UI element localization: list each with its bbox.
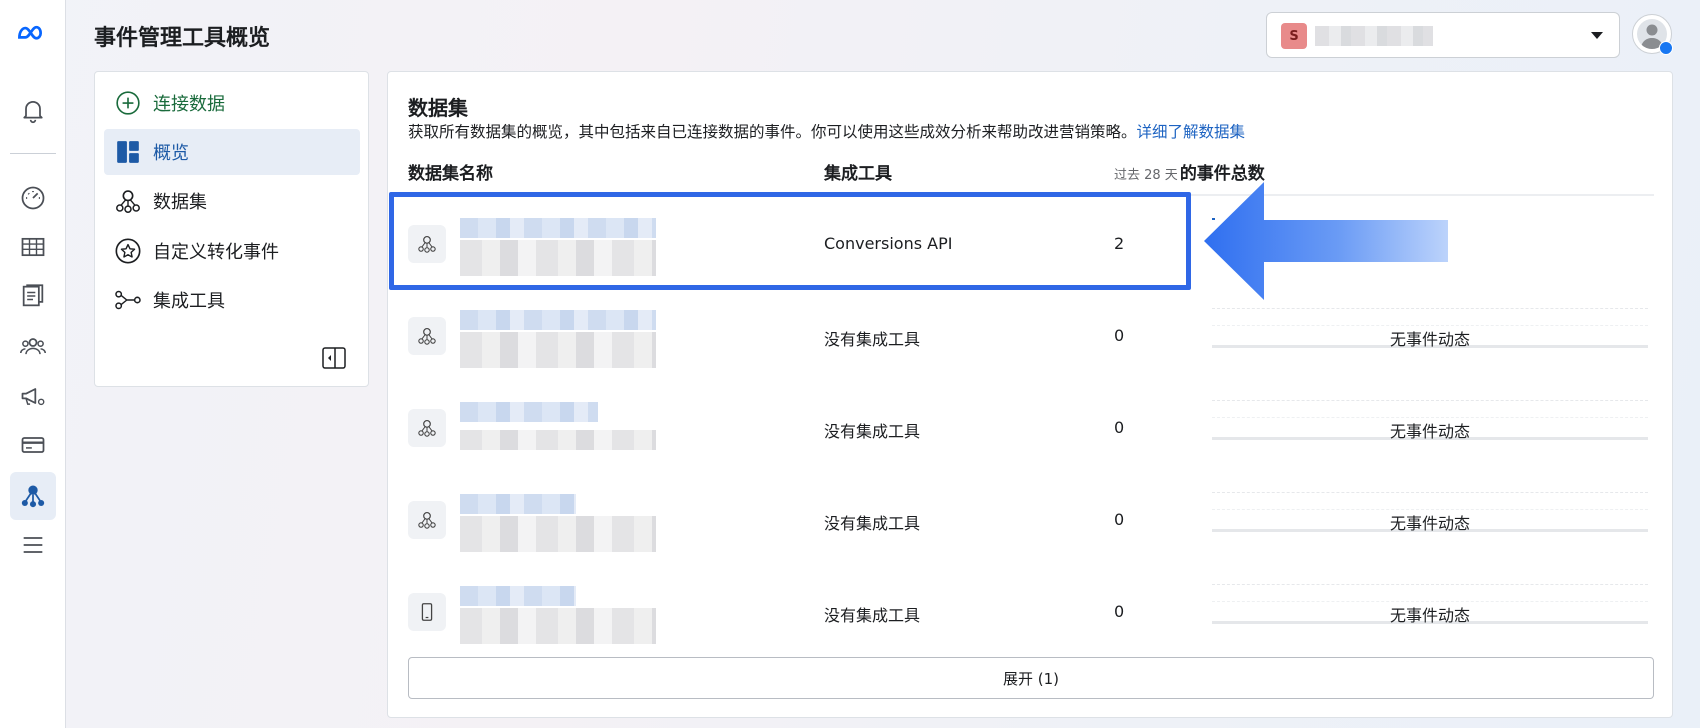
events-period: 过去 28 天 <box>1114 168 1178 183</box>
events-manager-icon[interactable] <box>10 472 56 520</box>
star-badge-icon <box>113 236 143 266</box>
page-title: 事件管理工具概览 <box>94 26 271 51</box>
dataset-name-redacted <box>460 494 576 514</box>
notifications-bell-icon[interactable] <box>13 90 53 130</box>
integration-value: 没有集成工具 <box>824 330 921 349</box>
event-count: 0 <box>1114 326 1125 345</box>
facebook-badge-icon <box>1659 41 1673 55</box>
account-badge: S <box>1281 23 1307 49</box>
menu-item-label: 概览 <box>153 143 189 164</box>
ads-megaphone-icon[interactable] <box>13 376 53 416</box>
description-text: 获取所有数据集的概览，其中包括来自已连接数据的事件。你可以使用这些成效分析来帮助… <box>408 123 1137 141</box>
dataset-name-redacted <box>460 586 576 606</box>
mobile-app-icon <box>408 593 446 631</box>
highlight-annotation-box <box>389 192 1191 290</box>
menu-item-label: 数据集 <box>153 192 207 213</box>
table-row[interactable]: 没有集成工具 0 无事件动态 <box>408 474 1654 566</box>
billing-card-icon[interactable] <box>13 425 53 465</box>
event-count: 0 <box>1114 510 1125 529</box>
activity-label: 无事件动态 <box>1389 514 1470 533</box>
menu-item-label: 自定义转化事件 <box>153 242 279 263</box>
dataset-name-redacted <box>460 402 598 422</box>
activity-label: 无事件动态 <box>1389 422 1470 441</box>
menu-item-overview[interactable]: 概览 <box>104 129 360 175</box>
dataset-id-redacted <box>460 516 656 552</box>
section-title: 数据集 <box>408 96 468 120</box>
integration-value: 没有集成工具 <box>824 514 921 533</box>
dataset-id-redacted <box>460 430 656 450</box>
integration-value: 没有集成工具 <box>824 606 921 625</box>
column-header-name: 数据集名称 <box>408 164 493 184</box>
table-row[interactable]: 没有集成工具 0 无事件动态 <box>408 290 1654 382</box>
all-tools-menu-icon[interactable] <box>13 525 53 565</box>
menu-item-connect-data[interactable]: 连接数据 <box>104 80 360 126</box>
table-row[interactable]: 没有集成工具 0 无事件动态 <box>408 566 1654 658</box>
column-header-integration: 集成工具 <box>824 164 892 184</box>
ad-account-selector[interactable]: S <box>1266 12 1620 58</box>
event-count: 0 <box>1114 418 1125 437</box>
audience-people-icon[interactable] <box>13 326 53 366</box>
chevron-down-icon <box>1591 32 1603 39</box>
left-nav-rail <box>0 0 66 728</box>
menu-item-label: 集成工具 <box>153 291 225 312</box>
menu-item-datasets[interactable]: 数据集 <box>104 178 360 224</box>
account-name-redacted <box>1315 26 1433 46</box>
avatar[interactable] <box>1632 14 1673 55</box>
expand-button[interactable]: 展开 (1) <box>408 657 1654 699</box>
meta-logo-icon[interactable] <box>13 14 53 54</box>
events-title: 的事件总数 <box>1179 164 1265 184</box>
dataset-icon <box>113 186 143 216</box>
datasets-overview-card: 数据集 获取所有数据集的概览，其中包括来自已连接数据的事件。你可以使用这些成效分… <box>387 71 1673 718</box>
events-manager-menu: 连接数据 概览 数据集 自定义转化事件 集成工具 <box>94 71 369 387</box>
overview-grid-icon <box>113 137 143 167</box>
add-circle-icon <box>113 88 143 118</box>
dataset-name-redacted <box>460 310 656 330</box>
event-count: 0 <box>1114 602 1125 621</box>
collapse-sidebar-icon[interactable] <box>321 346 347 370</box>
menu-item-integrations[interactable]: 集成工具 <box>104 277 360 323</box>
table-icon[interactable] <box>13 227 53 267</box>
pages-icon[interactable] <box>13 276 53 316</box>
menu-item-label: 连接数据 <box>153 94 225 115</box>
activity-label: 无事件动态 <box>1389 330 1470 349</box>
dashboard-gauge-icon[interactable] <box>13 178 53 218</box>
dataset-id-redacted <box>460 608 656 644</box>
learn-more-link[interactable]: 详细了解数据集 <box>1137 123 1246 141</box>
table-row[interactable]: 没有集成工具 0 无事件动态 <box>408 382 1654 474</box>
annotation-arrow-icon <box>1204 182 1448 300</box>
dataset-id-redacted <box>460 332 656 368</box>
rail-divider <box>10 153 56 154</box>
dataset-icon <box>408 409 446 447</box>
menu-item-custom-conversions[interactable]: 自定义转化事件 <box>104 228 360 274</box>
section-description: 获取所有数据集的概览，其中包括来自已连接数据的事件。你可以使用这些成效分析来帮助… <box>408 120 1245 142</box>
column-header-events: 过去 28 天的事件总数 <box>1114 159 1265 184</box>
integration-value: 没有集成工具 <box>824 422 921 441</box>
dataset-icon <box>408 317 446 355</box>
integration-icon <box>113 285 143 315</box>
dataset-icon <box>408 501 446 539</box>
activity-label: 无事件动态 <box>1389 606 1470 625</box>
